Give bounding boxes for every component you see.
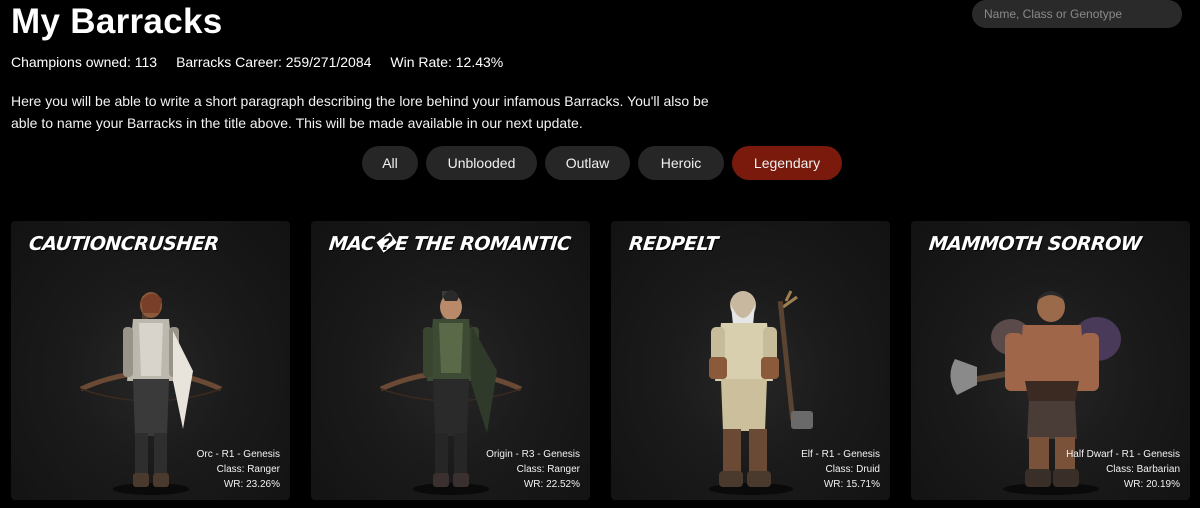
filter-all-button[interactable]: All [362, 146, 418, 180]
champion-race-rank: Origin - R3 - Genesis [486, 449, 580, 460]
champion-info: Elf - R1 - Genesis Class: Druid WR: 15.7… [801, 447, 880, 492]
barracks-career-stat: Barracks Career: 259/271/2084 [176, 54, 372, 70]
champions-owned-stat: Champions owned: 113 [11, 54, 158, 70]
search-input[interactable] [972, 0, 1182, 28]
champion-name: CAUTIONCRUSHER [27, 233, 220, 255]
barracks-description: Here you will be able to write a short p… [11, 93, 709, 131]
filter-unblooded-button[interactable]: Unblooded [426, 146, 537, 180]
champion-race-rank: Orc - R1 - Genesis [196, 449, 280, 460]
champion-race-rank: Elf - R1 - Genesis [801, 449, 880, 460]
stats-bar: Champions owned: 113 Barracks Career: 25… [11, 54, 503, 70]
champion-name: MAC�E THE ROMANTIC [327, 233, 572, 255]
filter-heroic-button[interactable]: Heroic [638, 146, 724, 180]
champion-info: Orc - R1 - Genesis Class: Ranger WR: 23.… [197, 447, 280, 492]
barracks-page: My Barracks Champions owned: 113 Barrack… [0, 0, 1200, 508]
champion-class: Class: Barbarian [1106, 464, 1180, 475]
filter-tabs: All Unblooded Outlaw Heroic Legendary [362, 146, 842, 180]
champion-win-rate: WR: 23.26% [223, 479, 280, 490]
champion-class: Class: Ranger [216, 464, 280, 475]
champion-grid: CAUTIONCRUSHER Orc - R1 - Genesis Class:… [11, 221, 1190, 500]
champion-info: Half Dwarf - R1 - Genesis Class: Barbari… [1066, 447, 1180, 492]
champion-class: Class: Ranger [516, 464, 580, 475]
champion-card[interactable]: CAUTIONCRUSHER Orc - R1 - Genesis Class:… [11, 221, 290, 500]
page-title: My Barracks [11, 2, 223, 41]
champion-card[interactable]: MAC�E THE ROMANTIC Origin - R3 - Genesis… [311, 221, 590, 500]
champion-race-rank: Half Dwarf - R1 - Genesis [1066, 449, 1180, 460]
champion-win-rate: WR: 15.71% [823, 479, 880, 490]
champion-win-rate: WR: 22.52% [523, 479, 580, 490]
champion-name: MAMMOTH SORROW [927, 233, 1143, 255]
champion-card[interactable]: MAMMOTH SORROW Half Dwarf - R1 - Genesis… [911, 221, 1190, 500]
champion-class: Class: Druid [825, 464, 880, 475]
champion-info: Origin - R3 - Genesis Class: Ranger WR: … [486, 447, 580, 492]
champion-win-rate: WR: 20.19% [1123, 479, 1180, 490]
filter-outlaw-button[interactable]: Outlaw [545, 146, 630, 180]
champion-card[interactable]: REDPELT Elf - R1 - Genesis Class: Druid … [611, 221, 890, 500]
filter-legendary-button[interactable]: Legendary [732, 146, 842, 180]
win-rate-stat: Win Rate: 12.43% [390, 54, 504, 70]
champion-name: REDPELT [627, 233, 719, 255]
